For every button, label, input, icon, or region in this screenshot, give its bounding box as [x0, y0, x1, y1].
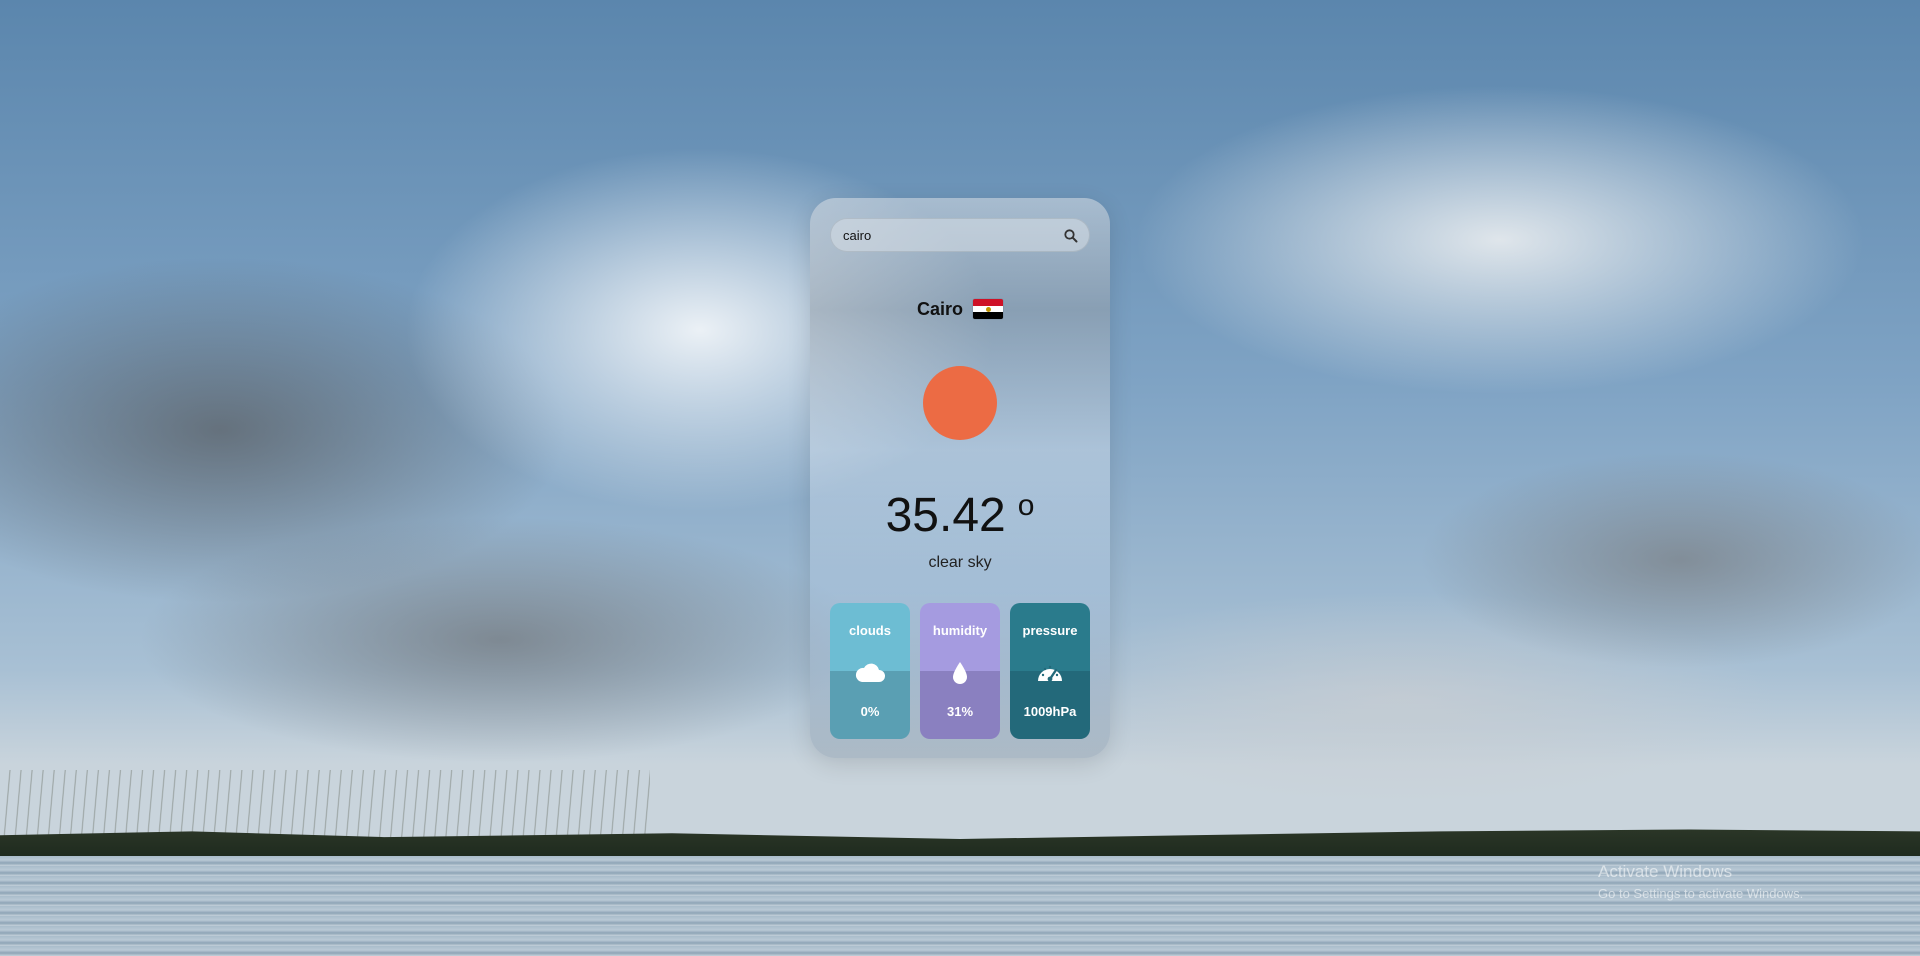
location-row: Cairo: [810, 296, 1110, 322]
search-icon[interactable]: [1063, 228, 1079, 244]
water-drop-icon: [944, 659, 976, 687]
watermark-title: Activate Windows: [1598, 862, 1733, 881]
humidity-label: humidity: [932, 623, 988, 638]
weather-card: Cairo 35.42 o clear sky clouds 0% humidi…: [810, 198, 1110, 758]
search-bar: [830, 218, 1090, 252]
clouds-label: clouds: [849, 623, 891, 638]
search-input[interactable]: [843, 225, 1053, 245]
humidity-tile: humidity 31%: [920, 603, 1000, 739]
humidity-value: 31%: [946, 704, 974, 719]
weather-description: clear sky: [928, 554, 992, 571]
pressure-value: 1009hPa: [1023, 704, 1077, 719]
cloud-icon: [854, 659, 886, 687]
sun-icon: [923, 366, 997, 440]
temperature-value: 35.42: [885, 489, 1006, 542]
gauge-icon: [1034, 659, 1066, 687]
stats-tiles: clouds 0% humidity 31% pressure 1009hPa: [830, 603, 1090, 739]
city-name: Cairo: [916, 298, 963, 319]
watermark-subtitle: Go to Settings to activate Windows.: [1598, 886, 1804, 901]
activate-windows-watermark: Activate Windows Go to Settings to activ…: [1598, 862, 1803, 901]
pressure-tile: pressure 1009hPa: [1010, 603, 1090, 739]
clouds-value: 0%: [860, 704, 880, 719]
temperature-row: 35.42 o: [810, 488, 1110, 544]
egypt-flag-icon: [973, 299, 1003, 319]
degree-symbol: o: [1017, 489, 1035, 522]
clouds-tile: clouds 0%: [830, 603, 910, 739]
pressure-label: pressure: [1022, 623, 1078, 638]
